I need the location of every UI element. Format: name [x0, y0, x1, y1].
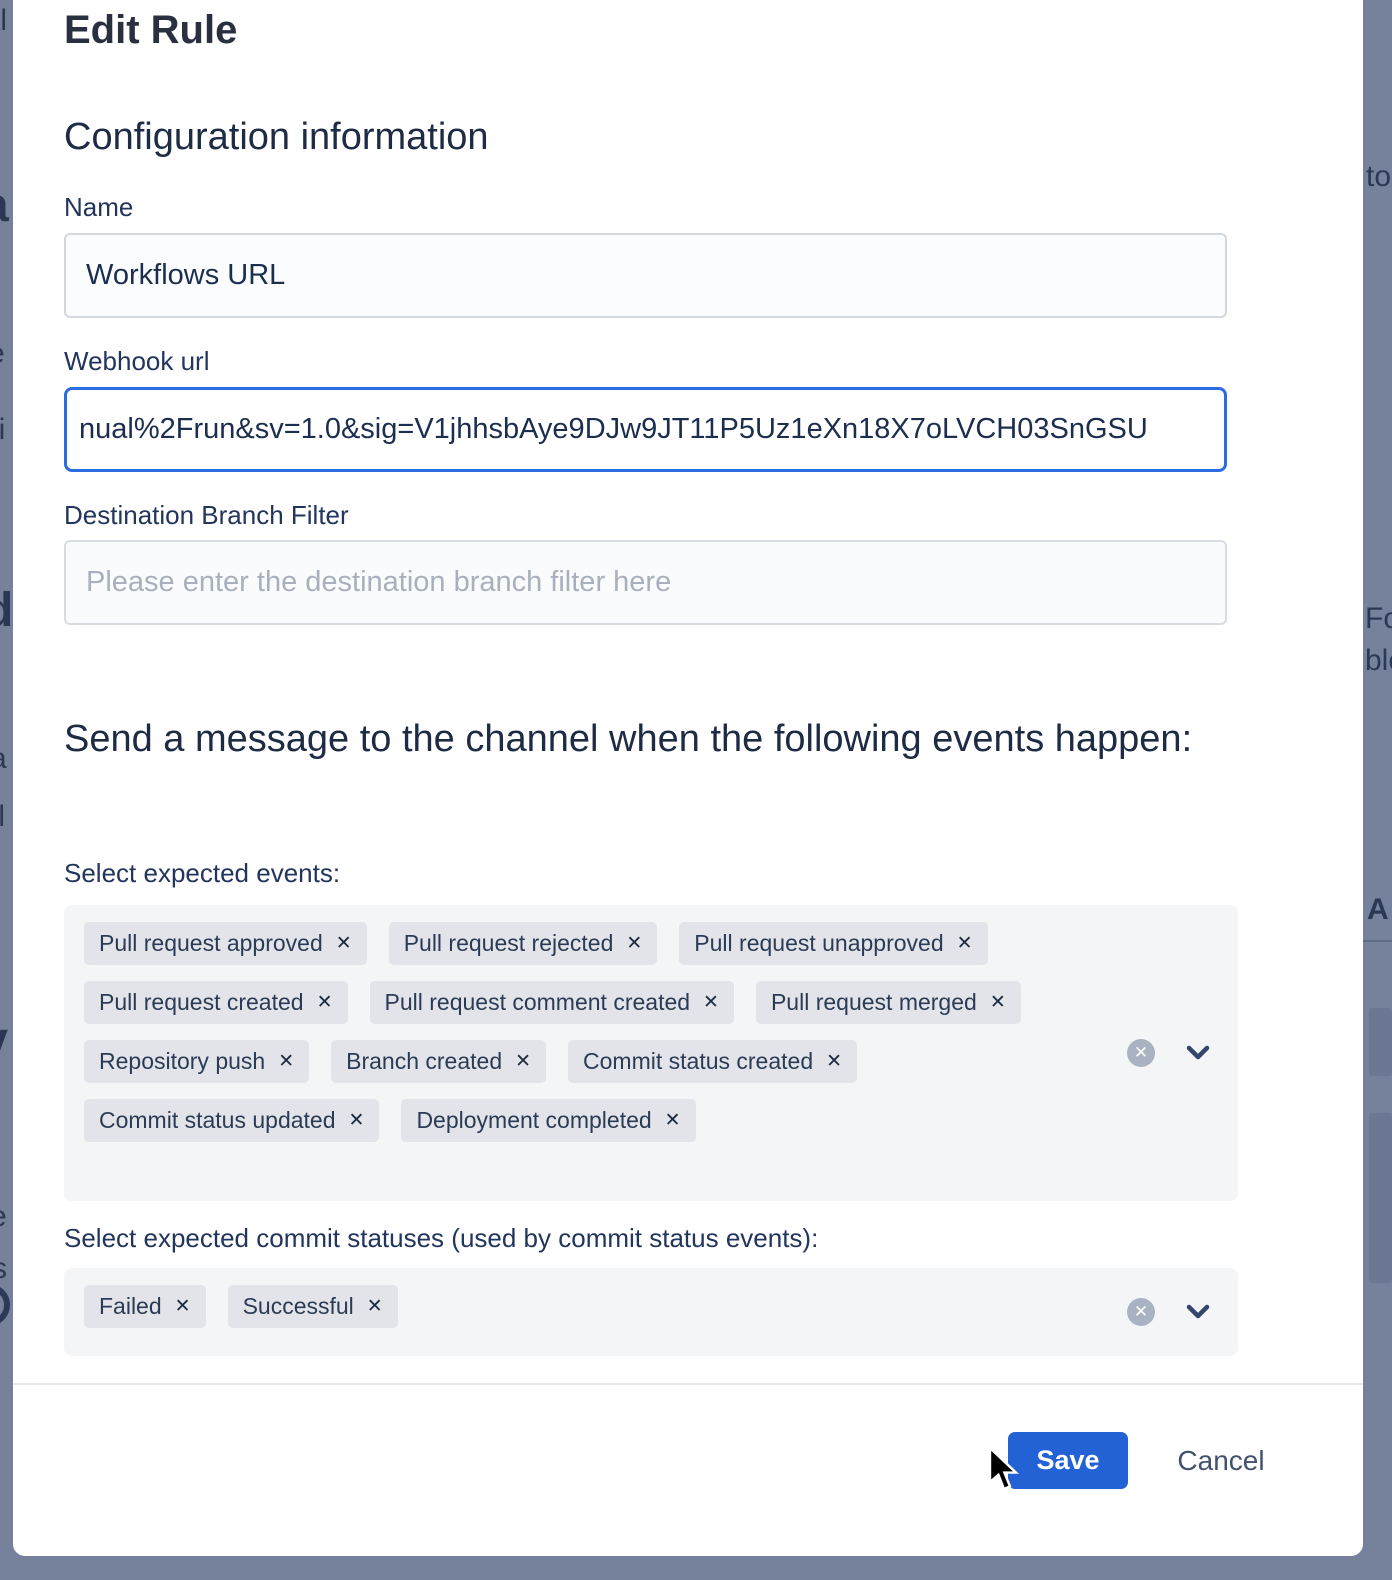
- event-tag: Pull request approved ✕: [84, 922, 367, 965]
- cancel-button[interactable]: Cancel: [1161, 1432, 1281, 1489]
- backdrop-text-fragment: e: [0, 1200, 7, 1234]
- event-tag: Commit status updated ✕: [84, 1099, 379, 1142]
- destination-branch-filter-input[interactable]: [64, 540, 1227, 625]
- destination-branch-filter-label: Destination Branch Filter: [64, 500, 349, 531]
- partial-circle-icon: [0, 1284, 10, 1326]
- backdrop-text-fragment: d: [0, 583, 13, 638]
- status-tag-label: Failed: [99, 1293, 162, 1320]
- backdrop-text-fragment: a: [0, 178, 9, 233]
- remove-tag-icon[interactable]: ✕: [349, 1109, 365, 1132]
- status-tag-label: Successful: [243, 1293, 354, 1320]
- remove-tag-icon[interactable]: ✕: [703, 991, 719, 1014]
- config-section-heading: Configuration information: [64, 116, 489, 159]
- event-tag-label: Pull request created: [99, 989, 304, 1016]
- event-tag: Pull request comment created ✕: [370, 981, 734, 1024]
- edit-rule-dialog: Edit Rule Configuration information Name…: [13, 0, 1363, 1556]
- events-section-heading: Send a message to the channel when the f…: [64, 706, 1199, 772]
- backdrop-divider: [1363, 940, 1392, 942]
- event-tag: Pull request merged ✕: [756, 981, 1021, 1024]
- backdrop-text-fragment: ble: [1365, 644, 1392, 678]
- event-tag: Branch created ✕: [331, 1040, 546, 1083]
- name-label: Name: [64, 192, 133, 223]
- backdrop-text-fragment: A: [1367, 893, 1389, 927]
- expected-commit-statuses-label: Select expected commit statuses (used by…: [64, 1223, 818, 1254]
- save-button[interactable]: Save: [1008, 1432, 1128, 1489]
- selected-events-tags: Pull request approved ✕ Pull request reje…: [64, 905, 1238, 1159]
- event-tag-label: Pull request merged: [771, 989, 977, 1016]
- event-tag-label: Deployment completed: [416, 1107, 651, 1134]
- event-tag: Repository push ✕: [84, 1040, 309, 1083]
- remove-tag-icon[interactable]: ✕: [515, 1050, 531, 1073]
- remove-tag-icon[interactable]: ✕: [317, 991, 333, 1014]
- status-tag: Failed ✕: [84, 1285, 206, 1328]
- backdrop-text-fragment: e: [0, 337, 5, 371]
- backdrop-text-fragment: tl: [0, 4, 7, 38]
- backdrop-text-fragment: to: [1366, 160, 1391, 194]
- remove-tag-icon[interactable]: ✕: [990, 991, 1006, 1014]
- event-tag-label: Repository push: [99, 1048, 265, 1075]
- footer-divider: [13, 1383, 1363, 1385]
- event-tag-label: Commit status updated: [99, 1107, 336, 1134]
- clear-all-events-icon[interactable]: ✕: [1127, 1039, 1155, 1067]
- remove-tag-icon[interactable]: ✕: [367, 1295, 383, 1318]
- event-tag: Pull request unapproved ✕: [679, 922, 987, 965]
- backdrop-right-strip: to For ble A: [1363, 0, 1392, 1556]
- backdrop-text-fragment: a: [0, 742, 7, 776]
- event-tag-label: Pull request approved: [99, 930, 323, 957]
- event-tag-label: Pull request comment created: [385, 989, 691, 1016]
- expected-commit-statuses-select[interactable]: Failed ✕ Successful ✕ ✕: [64, 1268, 1238, 1356]
- selected-statuses-tags: Failed ✕ Successful ✕: [64, 1268, 1238, 1345]
- backdrop-text-fragment: For: [1365, 602, 1392, 636]
- backdrop-text-fragment: ni: [0, 413, 5, 447]
- webhook-url-label: Webhook url: [64, 346, 210, 377]
- remove-tag-icon[interactable]: ✕: [626, 932, 642, 955]
- event-tag: Pull request created ✕: [84, 981, 348, 1024]
- expected-events-select[interactable]: Pull request approved ✕ Pull request reje…: [64, 905, 1238, 1201]
- event-tag: Deployment completed ✕: [401, 1099, 695, 1142]
- backdrop-block: [1369, 1008, 1392, 1076]
- webhook-url-input[interactable]: [64, 387, 1227, 472]
- event-tag: Commit status created ✕: [568, 1040, 857, 1083]
- chevron-down-icon[interactable]: [1186, 1304, 1210, 1320]
- backdrop-text-fragment: Fl: [0, 800, 5, 834]
- event-tag-label: Pull request rejected: [404, 930, 614, 957]
- event-tag: Pull request rejected ✕: [389, 922, 658, 965]
- backdrop-text-fragment: s: [0, 1252, 7, 1286]
- expected-events-label: Select expected events:: [64, 858, 340, 889]
- name-input[interactable]: [64, 233, 1227, 318]
- backdrop-block: [1369, 1113, 1392, 1283]
- event-tag-label: Commit status created: [583, 1048, 813, 1075]
- remove-tag-icon[interactable]: ✕: [336, 932, 352, 955]
- backdrop-left-strip: tl a e ni d a Fl V e s: [0, 0, 13, 1580]
- status-tag: Successful ✕: [228, 1285, 398, 1328]
- remove-tag-icon[interactable]: ✕: [826, 1050, 842, 1073]
- event-tag-label: Branch created: [346, 1048, 502, 1075]
- remove-tag-icon[interactable]: ✕: [665, 1109, 681, 1132]
- event-tag-label: Pull request unapproved: [694, 930, 943, 957]
- clear-all-statuses-icon[interactable]: ✕: [1127, 1298, 1155, 1326]
- remove-tag-icon[interactable]: ✕: [175, 1295, 191, 1318]
- chevron-down-icon[interactable]: [1186, 1045, 1210, 1061]
- dialog-title: Edit Rule: [64, 8, 237, 53]
- remove-tag-icon[interactable]: ✕: [957, 932, 973, 955]
- backdrop-text-fragment: V: [0, 1020, 8, 1075]
- remove-tag-icon[interactable]: ✕: [278, 1050, 294, 1073]
